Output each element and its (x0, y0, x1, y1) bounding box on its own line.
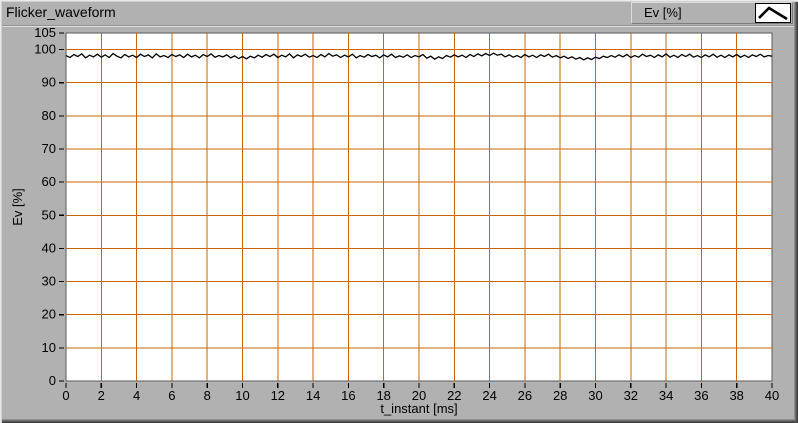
y-tick-label: 10 (42, 340, 56, 355)
x-tick-label: 26 (518, 388, 532, 403)
x-tick-label: 0 (62, 388, 69, 403)
x-tick-label: 14 (306, 388, 320, 403)
x-tick-label: 6 (168, 388, 175, 403)
x-tick-label: 10 (235, 388, 249, 403)
x-tick-label: 4 (133, 388, 140, 403)
y-tick-label: 70 (42, 141, 56, 156)
y-tick-label: 40 (42, 240, 56, 255)
x-tick-label: 38 (729, 388, 743, 403)
x-tick-label: 2 (98, 388, 105, 403)
x-tick-label: 30 (588, 388, 602, 403)
x-tick-label: 8 (204, 388, 211, 403)
y-tick-label: 90 (42, 75, 56, 90)
x-tick-label: 36 (694, 388, 708, 403)
x-tick-label: 16 (341, 388, 355, 403)
y-tick-label: 20 (42, 307, 56, 322)
y-tick-label: 105 (34, 25, 56, 40)
waveform-plot[interactable]: 0246810121416182022242628303234363840010… (0, 0, 798, 423)
x-axis-label: t_instant [ms] (380, 401, 457, 416)
y-axis-label: Ev [%] (10, 188, 25, 226)
y-tick-label: 30 (42, 274, 56, 289)
x-tick-label: 32 (624, 388, 638, 403)
x-tick-label: 24 (482, 388, 496, 403)
y-tick-label: 80 (42, 108, 56, 123)
y-tick-label: 100 (34, 42, 56, 57)
y-tick-label: 0 (49, 373, 56, 388)
x-tick-label: 28 (553, 388, 567, 403)
waveform-chart-panel: Flicker_waveform Ev [%] 0246810121416182… (0, 0, 798, 423)
x-tick-label: 12 (271, 388, 285, 403)
y-tick-label: 60 (42, 174, 56, 189)
y-tick-label: 50 (42, 207, 56, 222)
x-tick-label: 40 (765, 388, 779, 403)
x-tick-label: 34 (659, 388, 673, 403)
